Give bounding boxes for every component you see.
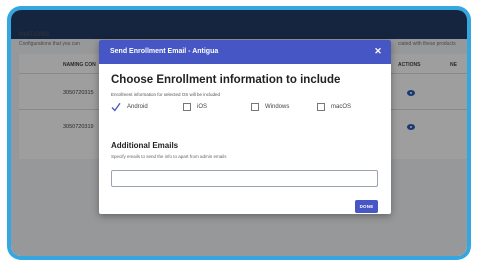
os-option-ios[interactable]: iOS (183, 102, 207, 112)
additional-emails-description: Specify emails to send the info to apart… (111, 154, 227, 159)
os-option-label: macOS (331, 104, 352, 110)
checkbox[interactable] (183, 103, 191, 111)
send-enrollment-email-dialog: Send Enrollment Email - Antigua ✕ Choose… (99, 40, 391, 214)
checkbox[interactable] (317, 103, 325, 111)
enrollment-info-heading: Choose Enrollment information to include (111, 74, 341, 86)
dialog-title: Send Enrollment Email - Antigua (110, 48, 219, 55)
checkmark-icon[interactable] (111, 102, 121, 112)
os-option-macos[interactable]: macOS (317, 102, 351, 112)
enrollment-info-hint: Enrollment information for selected OS w… (111, 92, 221, 97)
os-option-label: iOS (197, 104, 208, 110)
os-option-android[interactable]: Android (111, 102, 148, 112)
close-icon[interactable]: ✕ (372, 45, 384, 57)
checkbox[interactable] (251, 103, 259, 111)
app-screen: INATIONS Configurations that you can cia… (11, 10, 467, 256)
done-button[interactable]: DONE (355, 200, 378, 213)
os-option-label: Android (127, 104, 148, 110)
os-option-label: Windows (265, 104, 290, 110)
additional-emails-input[interactable] (111, 170, 378, 187)
dialog-header: Send Enrollment Email - Antigua ✕ (99, 40, 391, 64)
additional-emails-heading: Additional Emails (111, 141, 179, 150)
os-option-windows[interactable]: Windows (251, 102, 289, 112)
